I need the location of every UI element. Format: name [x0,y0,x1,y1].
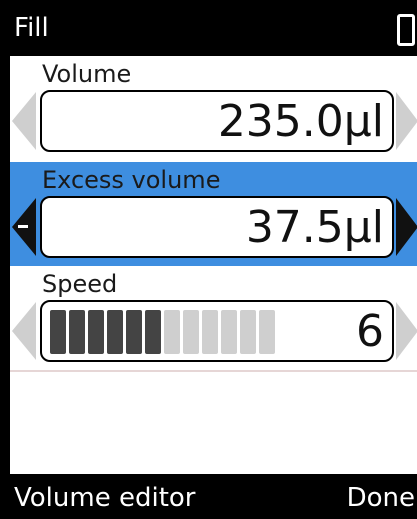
speed-bar-segment [145,310,161,354]
excess-volume-row[interactable]: Excess volume 37.5µl [10,162,417,266]
excess-volume-label: Excess volume [42,166,221,194]
speed-bar-segment [240,310,256,354]
speed-bar-segment [50,310,66,354]
speed-bar-segment [107,310,123,354]
speed-bar-segment [202,310,218,354]
screen-title: Fill [14,13,49,43]
speed-bar-segment [69,310,85,354]
volume-label: Volume [42,60,132,88]
speed-bar-segment [88,310,104,354]
volume-row[interactable]: Volume 235.0µl [10,56,417,160]
speed-bar-segment [183,310,199,354]
speed-bar-segment [164,310,180,354]
minus-icon [18,225,28,228]
speed-row[interactable]: Speed 6 [10,266,417,370]
list-divider [10,370,417,372]
title-bar: Fill [10,0,417,56]
speed-bar-segment [126,310,142,354]
excess-volume-value: 37.5µl [245,202,384,253]
volume-editor-softkey[interactable]: Volume editor [14,482,195,514]
excess-volume-increase-arrow-icon[interactable] [396,198,417,256]
speed-field[interactable]: 6 [40,300,394,362]
speed-value: 6 [356,306,384,357]
speed-bar-segment [259,310,275,354]
speed-bar-segment [221,310,237,354]
settings-list: Volume 235.0µl Excess volume 37.5µl Spee… [10,56,417,474]
volume-increase-arrow-icon[interactable] [396,92,417,150]
volume-value: 235.0µl [217,96,384,147]
battery-icon [397,14,415,46]
volume-field[interactable]: 235.0µl [40,90,394,152]
speed-label: Speed [42,270,118,298]
speed-decrease-arrow-icon[interactable] [12,302,36,360]
excess-volume-field[interactable]: 37.5µl [40,196,394,258]
volume-decrease-arrow-icon[interactable] [12,92,36,150]
speed-increase-arrow-icon[interactable] [396,302,417,360]
device-screen: Fill Volume 235.0µl Excess volume 37.5µl… [10,0,417,519]
done-softkey[interactable]: Done [347,482,415,514]
softkey-bar: Volume editor Done [10,474,417,519]
